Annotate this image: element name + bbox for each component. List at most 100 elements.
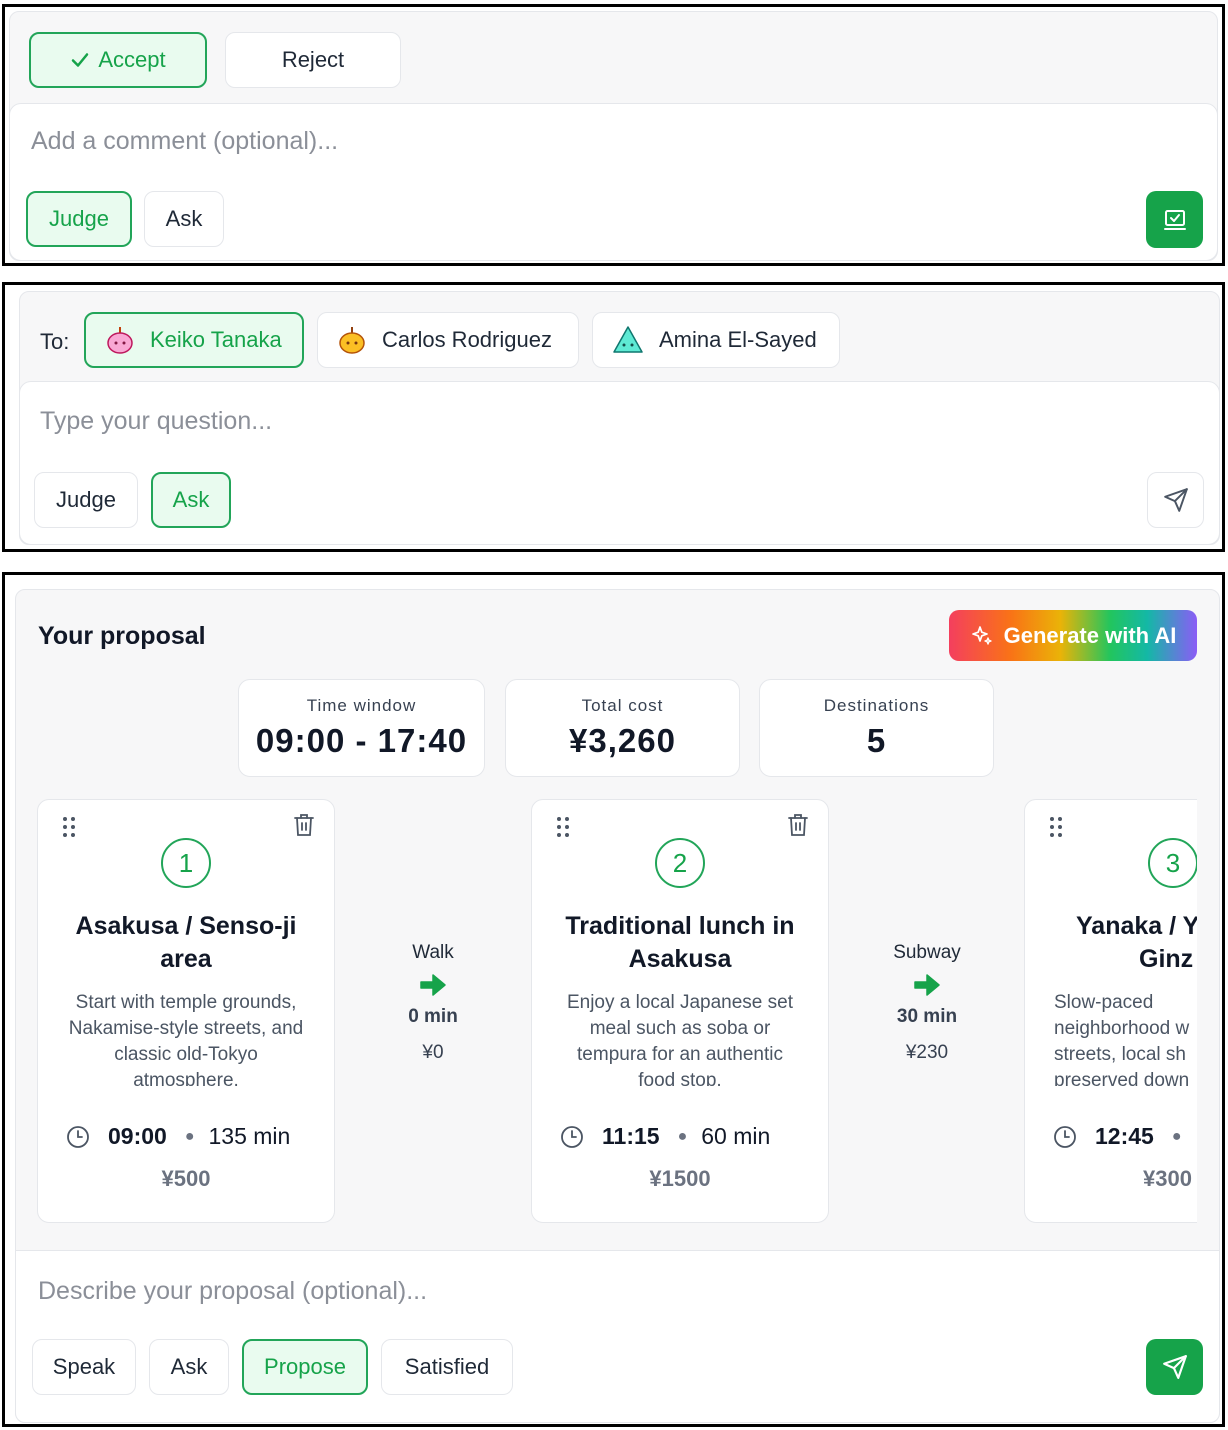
- separator-dot: ●: [184, 1127, 195, 1145]
- generate-with-ai-button[interactable]: Generate with AI: [949, 610, 1197, 661]
- accept-label: Accept: [98, 47, 166, 72]
- send-question-button[interactable]: [1147, 472, 1204, 528]
- drag-handle-icon[interactable]: [1049, 816, 1063, 843]
- transit-duration: 0 min: [408, 1006, 458, 1027]
- stop-start-time: 12:45: [1095, 1123, 1154, 1149]
- orange-onion-icon: [336, 324, 368, 356]
- recipient-name: Keiko Tanaka: [150, 327, 282, 352]
- stop-cost: ¥1500: [649, 1166, 711, 1191]
- stat-destinations: Destinations 5: [759, 679, 994, 777]
- mode-speak-label: Speak: [52, 1354, 116, 1379]
- mode-ask-button[interactable]: Ask: [144, 191, 224, 247]
- stop-title-line: Traditional lunch in: [565, 912, 795, 940]
- arrow-right-icon: [373, 972, 493, 998]
- stat-time-window: Time window 09:00 - 17:40: [238, 679, 485, 777]
- accept-button[interactable]: Accept: [29, 32, 207, 88]
- stop-title-line: area: [160, 945, 212, 973]
- clock-icon: [67, 1125, 89, 1148]
- stop-description: Start with temple grounds, Nakamise-styl…: [68, 992, 304, 1086]
- stop-title: Traditional lunch in Asakusa: [532, 910, 828, 976]
- sparkle-icon: [970, 624, 994, 648]
- itinerary-card[interactable]: 1 Asakusa / Senso-ji area Start with tem…: [37, 799, 335, 1223]
- stop-cost: ¥500: [161, 1166, 211, 1191]
- proposal-heading: Your proposal: [38, 622, 206, 650]
- reject-label: Reject: [281, 47, 345, 72]
- stat-value: 09:00 - 17:40: [255, 722, 468, 759]
- mode-judge-label: Judge: [49, 206, 109, 231]
- stop-description: Slow-paced neighborhood w streets, local…: [1054, 992, 1190, 1086]
- question-input[interactable]: Type your question...: [40, 407, 1140, 436]
- mode-ask-label: Ask: [170, 1354, 208, 1379]
- send-icon: [1162, 1355, 1187, 1379]
- mode-propose-button[interactable]: Propose: [242, 1339, 368, 1395]
- submit-judgement-button[interactable]: [1146, 191, 1203, 248]
- stat-value: 5: [866, 722, 887, 759]
- stop-duration: 135 min: [208, 1123, 291, 1149]
- stop-description: Enjoy a local Japanese set meal such as …: [566, 992, 794, 1086]
- check-icon: [70, 50, 90, 70]
- separator-dot: ●: [1171, 1127, 1182, 1145]
- stop-start-time: 09:00: [108, 1123, 167, 1149]
- stop-timing: 09:00 ● 135 min: [66, 1123, 290, 1150]
- mode-judge-button[interactable]: Judge: [34, 472, 138, 528]
- send-proposal-button[interactable]: [1146, 1339, 1203, 1395]
- recipient-carlos-rodriguez[interactable]: Carlos Rodriguez: [317, 312, 579, 368]
- arrow-right-icon: [867, 972, 987, 998]
- mode-satisfied-label: Satisfied: [404, 1354, 490, 1379]
- comment-input[interactable]: Add a comment (optional)...: [31, 127, 1181, 156]
- to-label: To:: [40, 329, 70, 354]
- clock-icon: [1054, 1125, 1076, 1148]
- mode-ask-label: Ask: [172, 487, 210, 512]
- mode-ask-button[interactable]: Ask: [149, 1339, 229, 1395]
- drag-handle-icon[interactable]: [556, 816, 570, 843]
- mode-judge-label: Judge: [56, 487, 116, 512]
- itinerary-card[interactable]: 2 Traditional lunch in Asakusa Enjoy a l…: [531, 799, 829, 1223]
- recipient-name: Carlos Rodriguez: [382, 327, 552, 352]
- trash-icon[interactable]: [292, 812, 316, 843]
- checkbox-submit-icon: [1163, 209, 1186, 230]
- mode-satisfied-button[interactable]: Satisfied: [381, 1339, 513, 1395]
- transit-duration: 30 min: [896, 1006, 958, 1027]
- transit-mode: Subway: [893, 942, 961, 963]
- stop-title-line: Yanaka / Y: [1076, 912, 1197, 940]
- stop-start-time: 11:15: [602, 1123, 660, 1149]
- proposal-panel: Your proposal Generate with AI Time wind…: [2, 572, 1225, 1427]
- stop-number-badge: 3: [1148, 838, 1197, 888]
- reject-button[interactable]: Reject: [225, 32, 401, 88]
- drag-handle-icon[interactable]: [62, 816, 76, 843]
- stat-label: Total cost: [581, 696, 664, 715]
- stat-total-cost: Total cost ¥3,260: [505, 679, 740, 777]
- mode-speak-button[interactable]: Speak: [32, 1339, 136, 1395]
- clock-icon: [561, 1125, 583, 1148]
- trash-icon[interactable]: [786, 812, 810, 843]
- stop-title-line: Ginz: [1139, 945, 1194, 973]
- stop-number-badge: 2: [655, 838, 705, 888]
- stop-title: Yanaka / Y Ginz: [1025, 910, 1197, 976]
- recipient-name: Amina El-Sayed: [659, 327, 817, 352]
- stat-label: Time window: [306, 696, 417, 715]
- stat-label: Destinations: [823, 696, 930, 715]
- proposal-box: Describe your proposal (optional)... Spe…: [15, 1250, 1220, 1423]
- mode-ask-button[interactable]: Ask: [151, 472, 231, 528]
- comment-box: Add a comment (optional)... Judge Ask: [9, 103, 1218, 261]
- comment-panel: Accept Reject Add a comment (optional)..…: [2, 4, 1225, 266]
- stop-timing: 12:45 ●: [1053, 1123, 1196, 1150]
- question-box: Type your question... Judge Ask: [19, 381, 1220, 545]
- stop-number-badge: 1: [161, 838, 211, 888]
- mode-judge-button[interactable]: Judge: [26, 191, 132, 247]
- stop-title: Asakusa / Senso-ji area: [38, 910, 334, 976]
- proposal-input[interactable]: Describe your proposal (optional)...: [38, 1277, 1138, 1306]
- stop-duration: 60 min: [701, 1123, 771, 1149]
- transit-mode: Walk: [412, 942, 454, 963]
- mode-ask-label: Ask: [165, 206, 203, 231]
- recipient-keiko-tanaka[interactable]: Keiko Tanaka: [84, 312, 304, 368]
- transit-cost: ¥0: [422, 1042, 444, 1063]
- recipient-amina-el-sayed[interactable]: Amina El-Sayed: [592, 312, 840, 368]
- transit-segment: Walk 0 min ¥0: [373, 942, 493, 1064]
- send-icon: [1163, 488, 1188, 512]
- itinerary-card[interactable]: 3 Yanaka / Y Ginz Slow-paced neighborhoo…: [1024, 799, 1197, 1223]
- transit-segment: Subway 30 min ¥230: [867, 942, 987, 1064]
- transit-cost: ¥230: [905, 1042, 949, 1063]
- separator-dot: ●: [677, 1127, 688, 1145]
- question-panel: To: Keiko Tanaka Carlos Rodriguez Amina …: [2, 282, 1225, 552]
